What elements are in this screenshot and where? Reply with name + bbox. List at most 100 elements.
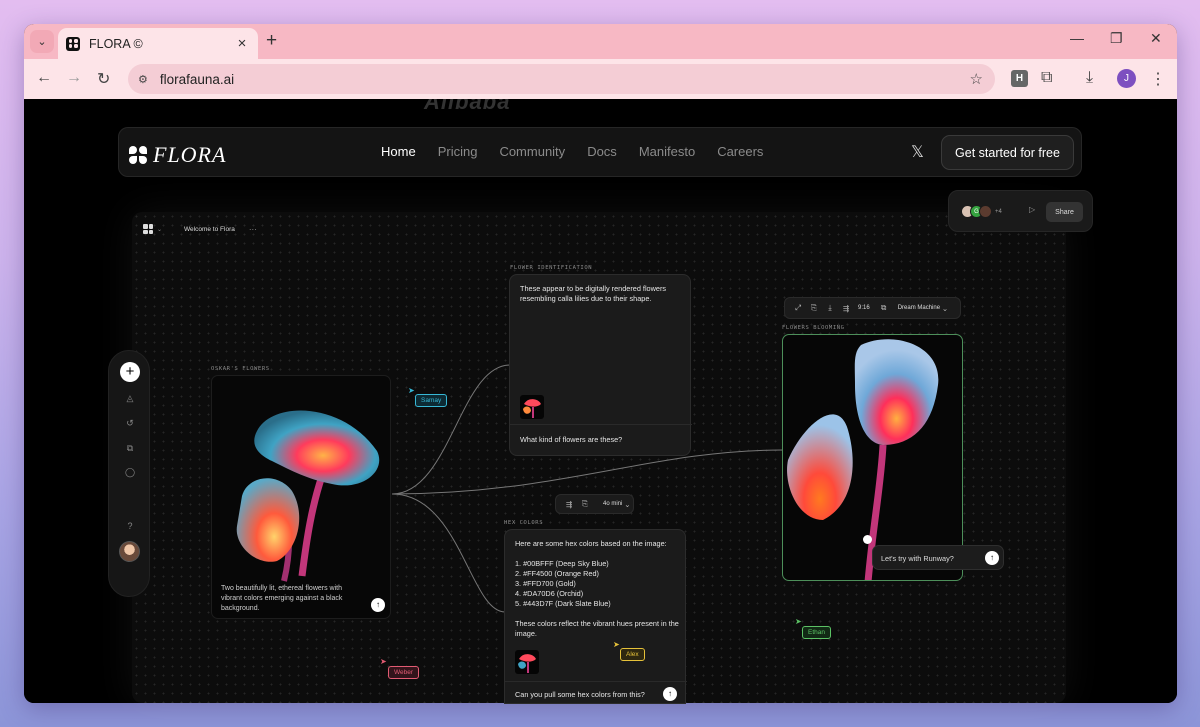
list-item: 4. #DA70D6 (Orchid) (515, 589, 584, 599)
cursor-pointer-icon: ➤ (795, 617, 802, 626)
model-selector-bar: ⇶ ⎘ 4o mini ⌄ (555, 494, 634, 514)
nav-careers[interactable]: Careers (717, 144, 763, 159)
flowers-blooming-image[interactable] (782, 334, 963, 581)
adjust-icon[interactable]: ⇶ (561, 500, 577, 509)
brand-name: FLORA (153, 142, 227, 167)
tab-active[interactable]: FLORA © × (58, 28, 258, 59)
list-item: 2. #FF4500 (Orange Red) (515, 569, 599, 579)
help-icon[interactable]: ? (124, 521, 136, 531)
model-selector[interactable]: Dream Machine (898, 305, 940, 311)
cursor-tag-ethan: Ethan (802, 626, 831, 639)
downloads-icon[interactable]: ⤓ (1086, 69, 1093, 87)
chevron-down-icon: ⌄ (37, 36, 47, 48)
close-window-icon[interactable]: ✕ (1150, 30, 1162, 47)
tab-title: FLORA © (89, 36, 143, 51)
share-button[interactable]: Share (1046, 202, 1083, 222)
bookmark-icon[interactable]: ⎘ (577, 499, 593, 509)
history-icon[interactable]: ↺ (124, 418, 136, 429)
identification-prompt[interactable]: What kind of flowers are these? (520, 435, 622, 445)
thumbnail-image (515, 650, 539, 674)
hex-colors-node[interactable]: Here are some hex colors based on the im… (504, 529, 687, 704)
list-item: 3. #FFD700 (Gold) (515, 579, 576, 589)
cursor-pointer-icon: ➤ (380, 657, 387, 666)
cursor-tag-alex: Alex (620, 648, 645, 661)
favicon-icon (66, 36, 80, 51)
extensions-puzzle-icon[interactable]: ⧉ (1041, 69, 1052, 87)
get-started-button[interactable]: Get started for free (941, 135, 1074, 170)
tab-bar: ⌄ FLORA © × + — ❐ ✕ (24, 24, 1177, 59)
identification-node[interactable]: These appear to be digitally rendered fl… (509, 274, 692, 456)
nav-links: Home Pricing Community Docs Manifesto Ca… (381, 144, 785, 159)
thumbnail-image (520, 395, 544, 419)
hex-intro: Here are some hex colors based on the im… (515, 539, 667, 548)
send-button[interactable]: ↑ (985, 551, 999, 565)
nav-pricing[interactable]: Pricing (438, 144, 478, 159)
back-icon[interactable]: ← (36, 69, 52, 87)
new-tab-button[interactable]: + (266, 30, 277, 52)
site-info-icon[interactable]: ⚙ (138, 73, 148, 86)
bookmark-star-icon[interactable]: ☆ (970, 70, 983, 88)
identification-response: These appear to be digitally rendered fl… (520, 284, 667, 304)
assets-icon[interactable]: ⧉ (124, 443, 136, 454)
close-tab-icon[interactable]: × (234, 35, 250, 52)
oskar-flowers-image[interactable] (211, 375, 391, 619)
node-label-oskar: OSKAR'S FLOWERS (211, 366, 270, 372)
shapes-icon[interactable]: ◬ (124, 393, 136, 404)
play-icon[interactable]: ▷ (1029, 205, 1035, 214)
user-avatar[interactable] (119, 541, 140, 562)
chevron-down-icon[interactable]: ⌄ (622, 500, 632, 509)
site-navbar: FLORA Home Pricing Community Docs Manife… (118, 127, 1082, 177)
cursor-pointer-icon: ➤ (408, 386, 415, 395)
reload-icon[interactable]: ↻ (97, 69, 110, 89)
brand-logo[interactable]: FLORA (129, 142, 226, 168)
list-item: 1. #00BFFF (Deep Sky Blue) (515, 559, 609, 568)
media-toolbar: ⤢ ⎘ ⤓ ⇶ 9:16 ⧉ Dream Machine ⌄ (784, 297, 961, 319)
x-twitter-icon[interactable]: 𝕏 (911, 142, 924, 162)
collaborator-avatars[interactable]: G +4 (961, 205, 1002, 218)
restore-icon[interactable]: ❐ (1110, 30, 1123, 47)
divider (510, 424, 692, 425)
add-node-button[interactable]: + (120, 362, 140, 382)
browser-toolbar: ← → ↻ ⚙ florafauna.ai ☆ H ⧉ ⤓ J ⋮ (24, 59, 1177, 99)
share-panel: G +4 ▷ Share (948, 190, 1093, 232)
profile-avatar[interactable]: J (1117, 69, 1136, 88)
collaborator-count: +4 (995, 208, 1002, 215)
download-icon[interactable]: ⤓ (822, 303, 838, 313)
flower-illustration (236, 410, 380, 582)
address-bar[interactable]: ⚙ florafauna.ai ☆ (128, 64, 995, 94)
nav-community[interactable]: Community (499, 144, 565, 159)
kebab-menu-icon[interactable]: ⋮ (1150, 69, 1166, 89)
tab-search-button[interactable]: ⌄ (30, 30, 54, 53)
send-button[interactable]: ↑ (371, 598, 385, 612)
duplicate-icon[interactable]: ⧉ (876, 303, 892, 313)
chevron-down-icon[interactable]: ⌄ (157, 226, 162, 233)
divider (505, 681, 687, 682)
list-item: 5. #443D7F (Dark Slate Blue) (515, 599, 611, 609)
expand-icon[interactable]: ⤢ (790, 303, 806, 313)
send-button[interactable]: ↑ (663, 687, 677, 701)
nav-home[interactable]: Home (381, 144, 416, 159)
hex-prompt[interactable]: Can you pull some hex colors from this? (515, 690, 645, 700)
forward-icon[interactable]: → (66, 69, 82, 87)
partner-logo-strip: Alibaba (424, 99, 511, 114)
cursor-pointer-icon: ➤ (613, 640, 620, 649)
chevron-down-icon[interactable]: ⌄ (940, 304, 950, 313)
comment-icon[interactable]: ◯ (124, 467, 136, 478)
canvas-toolbar: + ◬ ↺ ⧉ ◯ ? (108, 350, 150, 597)
extension-h-icon[interactable]: H (1011, 70, 1028, 87)
canvas-menu-icon[interactable]: ··· (249, 225, 257, 234)
node-label-hex: HEX COLORS (504, 520, 544, 526)
nav-docs[interactable]: Docs (587, 144, 617, 159)
hex-color-list: 1. #00BFFF (Deep Sky Blue) 2. #FF4500 (O… (515, 559, 611, 609)
node-label-blooming: FLOWERS BLOOMING (782, 325, 845, 331)
nav-manifesto[interactable]: Manifesto (639, 144, 695, 159)
model-selector[interactable]: 4o mini (603, 501, 622, 507)
cursor-tag-samay: Samay (415, 394, 448, 407)
adjust-icon[interactable]: ⇶ (838, 304, 854, 313)
aspect-ratio[interactable]: 9:16 (858, 305, 870, 311)
minimize-icon[interactable]: — (1070, 30, 1084, 46)
canvas-logo-icon[interactable] (143, 224, 153, 234)
connection-handle[interactable] (863, 535, 872, 544)
avatar (979, 205, 992, 218)
bookmark-icon[interactable]: ⎘ (806, 303, 822, 313)
